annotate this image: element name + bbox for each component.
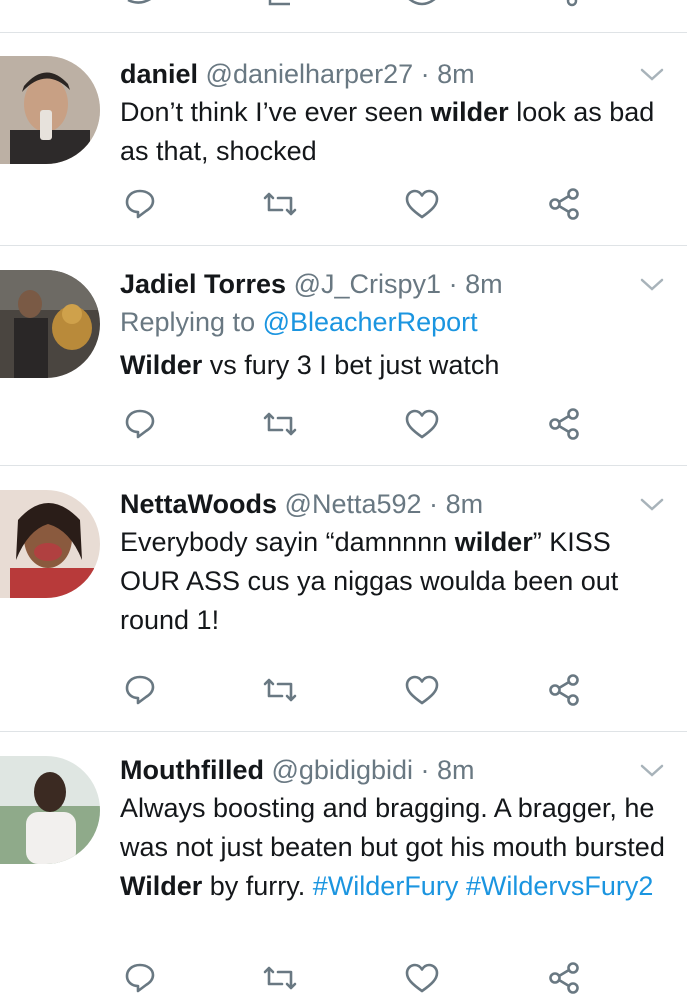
reply-icon[interactable] [122, 672, 158, 708]
display-name[interactable]: NettaWoods [120, 489, 277, 519]
user-handle[interactable]: @gbidigbidi [271, 755, 413, 785]
separator-dot: · [429, 489, 439, 519]
timestamp[interactable]: 8m [437, 59, 475, 89]
separator-dot: · [420, 59, 430, 89]
tweet-actions [0, 186, 687, 226]
separator-dot: · [420, 755, 430, 785]
timestamp[interactable]: 8m [465, 269, 503, 299]
retweet-icon[interactable] [262, 186, 298, 222]
tweet-header: Jadiel Torres @J_Crispy1 · 8m [120, 266, 670, 302]
tweet[interactable]: daniel @danielharper27 · 8m Don’t think … [0, 34, 687, 246]
tweet-header: Mouthfilled @gbidigbidi · 8m [120, 752, 670, 788]
text-segment: by furry. [202, 871, 313, 901]
chevron-down-icon[interactable] [639, 494, 665, 514]
separator-dot: · [448, 269, 458, 299]
text-segment [458, 871, 466, 901]
tweet[interactable]: Mouthfilled @gbidigbidi · 8m Always boos… [0, 732, 687, 994]
replying-to-label: Replying to [120, 307, 263, 337]
hashtag-link[interactable]: #WilderFury [313, 871, 459, 901]
previous-tweet-actions [0, 0, 687, 33]
keyword-highlight: wilder [454, 527, 533, 557]
display-name[interactable]: Jadiel Torres [120, 269, 286, 299]
retweet-icon[interactable] [262, 406, 298, 442]
tweet-actions [0, 672, 687, 712]
chevron-down-icon[interactable] [639, 760, 665, 780]
avatar[interactable] [0, 270, 100, 378]
keyword-highlight: Wilder [120, 350, 203, 380]
tweet[interactable]: Jadiel Torres @J_Crispy1 · 8m Replying t… [0, 246, 687, 466]
tweet-text: Everybody sayin “damnnnn wilder” KISS OU… [120, 523, 670, 640]
heart-icon[interactable] [404, 960, 440, 996]
share-icon[interactable] [546, 672, 582, 708]
previous-action-icons [127, 0, 578, 7]
keyword-highlight: Wilder [120, 871, 203, 901]
avatar[interactable] [0, 490, 100, 598]
tweet-header: NettaWoods @Netta592 · 8m [120, 486, 670, 522]
display-name[interactable]: Mouthfilled [120, 755, 264, 785]
tweet-header: daniel @danielharper27 · 8m [120, 56, 670, 92]
timestamp[interactable]: 8m [437, 755, 475, 785]
reply-icon[interactable] [122, 960, 158, 996]
reply-icon[interactable] [122, 186, 158, 222]
share-icon[interactable] [546, 960, 582, 996]
avatar[interactable] [0, 56, 100, 164]
tweet-actions [0, 960, 687, 1000]
tweet-text: Wilder vs fury 3 I bet just watch [120, 346, 670, 385]
share-icon[interactable] [546, 406, 582, 442]
retweet-icon[interactable] [262, 960, 298, 996]
timestamp[interactable]: 8m [446, 489, 484, 519]
reply-handle-link[interactable]: @BleacherReport [263, 307, 478, 337]
heart-icon[interactable] [404, 406, 440, 442]
tweet-text: Don’t think I’ve ever seen wilder look a… [120, 93, 670, 171]
display-name[interactable]: daniel [120, 59, 198, 89]
user-handle[interactable]: @J_Crispy1 [294, 269, 441, 299]
chevron-down-icon[interactable] [639, 274, 665, 294]
tweet-text: Always boosting and bragging. A bragger,… [120, 789, 670, 906]
hashtag-link[interactable]: #WildervsFury2 [466, 871, 654, 901]
chevron-down-icon[interactable] [639, 64, 665, 84]
heart-icon[interactable] [404, 186, 440, 222]
user-handle[interactable]: @danielharper27 [206, 59, 414, 89]
retweet-icon[interactable] [262, 672, 298, 708]
share-icon[interactable] [546, 186, 582, 222]
tweet-actions [0, 406, 687, 446]
tweet[interactable]: NettaWoods @Netta592 · 8m Everybody sayi… [0, 466, 687, 732]
keyword-highlight: wilder [430, 97, 509, 127]
user-handle[interactable]: @Netta592 [285, 489, 422, 519]
text-segment: vs fury 3 I bet just watch [202, 350, 500, 380]
heart-icon[interactable] [404, 672, 440, 708]
avatar[interactable] [0, 756, 100, 864]
text-segment: Everybody sayin “damnnnn [120, 527, 455, 557]
replying-to: Replying to @BleacherReport [120, 302, 670, 342]
text-segment: Don’t think I’ve ever seen [120, 97, 431, 127]
reply-icon[interactable] [122, 406, 158, 442]
text-segment: Always boosting and bragging. A bragger,… [120, 793, 665, 862]
